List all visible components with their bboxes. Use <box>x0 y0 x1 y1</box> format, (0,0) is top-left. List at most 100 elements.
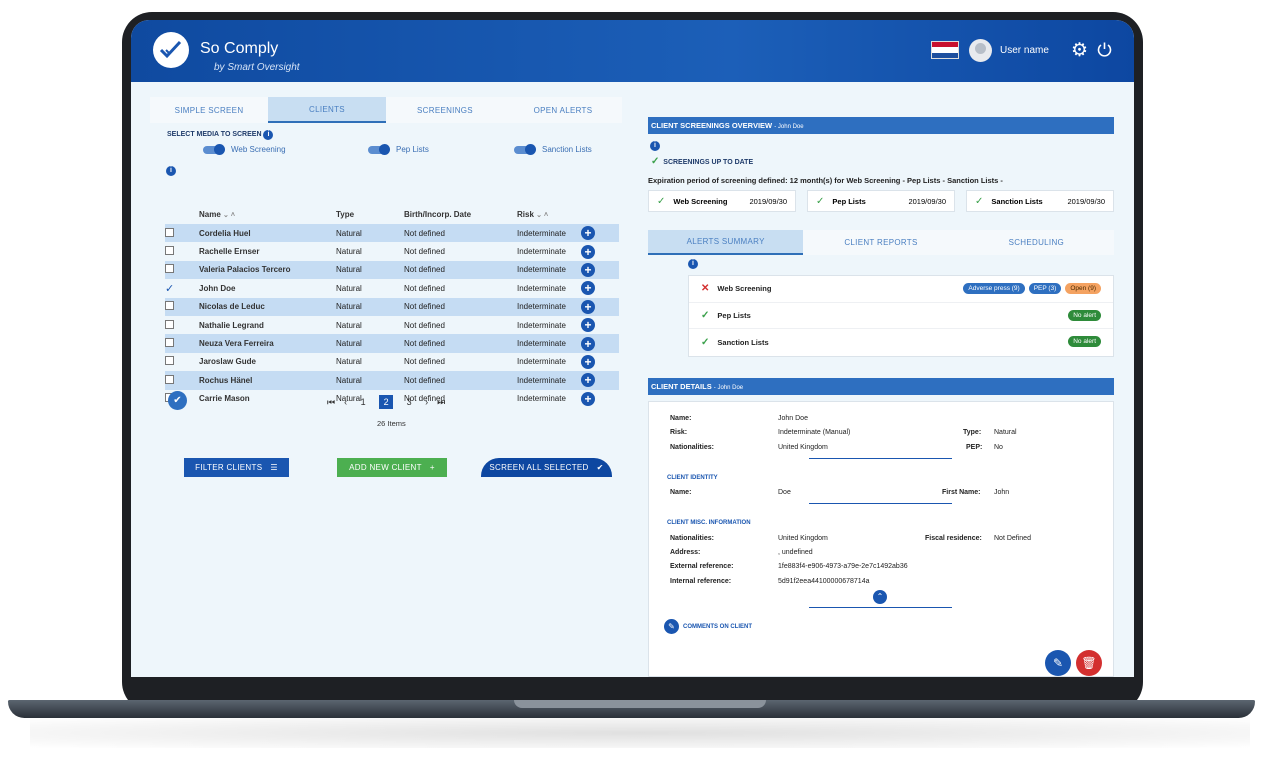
plus-circle-icon[interactable]: + <box>581 354 595 369</box>
plus-circle-icon[interactable]: + <box>581 391 595 406</box>
alert-row-pep[interactable]: ✓ Pep Lists No alert <box>689 303 1113 329</box>
table-row[interactable]: Valeria Palacios Tercero Natural Not defin… <box>165 260 619 280</box>
tab-client-reports[interactable]: CLIENT REPORTS <box>803 230 958 255</box>
tab-screenings[interactable]: SCREENINGS <box>386 97 504 123</box>
cell-select[interactable] <box>165 242 199 260</box>
table-row[interactable]: ✓ John Doe Natural Not defined Indeterminate… <box>165 279 619 297</box>
info-icon[interactable]: i <box>650 141 660 151</box>
delete-client-button[interactable]: 🗑 <box>1076 650 1102 676</box>
page-2[interactable]: 2 <box>379 395 394 409</box>
prev-page-icon[interactable]: ‹ <box>344 397 347 407</box>
info-icon[interactable]: i <box>688 259 698 269</box>
select-all-check-icon[interactable]: ✔ <box>168 391 187 410</box>
checkbox[interactable] <box>165 319 174 329</box>
switch-icon[interactable] <box>514 143 536 155</box>
username[interactable]: User name <box>1000 45 1049 56</box>
power-icon[interactable] <box>1096 41 1113 58</box>
plus-circle-icon[interactable]: + <box>581 244 595 259</box>
table-row[interactable]: Nathalie Legrand Natural Not defined Indete… <box>165 316 619 334</box>
switch-icon[interactable] <box>203 143 225 155</box>
checkbox[interactable] <box>165 301 174 311</box>
check-icon[interactable]: ✓ <box>165 283 174 295</box>
pencil-icon[interactable]: ✎ <box>664 619 679 634</box>
table-row[interactable]: Jaroslaw Gude Natural Not defined Indetermi… <box>165 353 619 371</box>
open-badge[interactable]: Open (9) <box>1065 283 1101 294</box>
toggle-pep-lists[interactable]: Pep Lists <box>368 143 429 155</box>
next-page-icon[interactable]: › <box>425 397 428 407</box>
cell-select[interactable] <box>165 297 199 316</box>
table-row[interactable]: Rachelle Ernser Natural Not defined Indeter… <box>165 242 619 260</box>
checkbox[interactable] <box>165 227 174 237</box>
pep-badge[interactable]: PEP (3) <box>1028 283 1062 294</box>
edit-client-button[interactable]: ✎ <box>1045 650 1071 676</box>
col-risk[interactable]: Risk ⌄ ˄ <box>517 204 581 224</box>
alert-row-sanction[interactable]: ✓ Sanction Lists No alert <box>689 329 1113 356</box>
cell-select[interactable]: ✓ <box>165 279 199 297</box>
toggle-sanction-lists[interactable]: Sanction Lists <box>514 143 592 155</box>
checkbox[interactable] <box>165 356 174 366</box>
adverse-press-badge[interactable]: Adverse press (9) <box>963 283 1025 294</box>
cell-add[interactable]: + <box>581 260 619 280</box>
plus-circle-icon[interactable]: + <box>581 318 595 333</box>
info-icon[interactable]: i <box>263 130 274 140</box>
checkbox[interactable] <box>165 374 174 384</box>
language-flag-icon[interactable] <box>931 41 959 59</box>
table-row[interactable]: Cordelia Huel Natural Not defined Indetermi… <box>165 224 619 243</box>
cell-add[interactable]: + <box>581 297 619 316</box>
cell-add[interactable]: + <box>581 242 619 260</box>
cell-add[interactable]: + <box>581 224 619 243</box>
expiration-text: Expiration period of screening defined: … <box>648 176 1003 185</box>
last-page-icon[interactable]: ⏭ <box>437 397 445 408</box>
info-icon[interactable]: i <box>166 166 176 176</box>
col-name[interactable]: Name ⌄ ˄ <box>199 204 336 224</box>
cell-add[interactable]: + <box>581 390 619 408</box>
tab-clients[interactable]: CLIENTS <box>268 97 386 123</box>
screen-all-button[interactable]: SCREEN ALL SELECTED ✔ <box>481 458 612 477</box>
cell-risk: Indeterminate <box>517 283 566 293</box>
cell-name: Nathalie Legrand <box>199 320 264 330</box>
first-page-icon[interactable]: ⏮ <box>327 397 335 408</box>
cell-add[interactable]: + <box>581 316 619 334</box>
cell-select[interactable] <box>165 260 199 280</box>
plus-circle-icon[interactable]: + <box>581 226 595 241</box>
plus-circle-icon[interactable]: + <box>581 336 595 351</box>
tab-scheduling[interactable]: SCHEDULING <box>959 230 1114 255</box>
cell-add[interactable]: + <box>581 353 619 371</box>
logo-check-icon[interactable] <box>153 32 189 68</box>
page-3[interactable]: 3 <box>402 397 416 407</box>
cell-add[interactable]: + <box>581 334 619 353</box>
table-row[interactable]: Rochus Hänel Natural Not defined Indetermin… <box>165 371 619 390</box>
checkbox[interactable] <box>165 338 174 348</box>
plus-circle-icon[interactable]: + <box>581 281 595 296</box>
chevron-up-icon[interactable]: ⌃ <box>873 590 887 604</box>
tab-open-alerts[interactable]: OPEN ALERTS <box>504 97 622 123</box>
cell-select[interactable] <box>165 316 199 334</box>
cell-select[interactable] <box>165 371 199 390</box>
alert-row-web[interactable]: ✕ Web Screening Adverse press (9) PEP (3)… <box>689 276 1113 303</box>
add-client-button[interactable]: ADD NEW CLIENT + <box>337 458 447 477</box>
cell-select[interactable] <box>165 334 199 353</box>
cell-select[interactable] <box>165 224 199 243</box>
cell-select[interactable] <box>165 353 199 371</box>
tab-simple-screen[interactable]: SIMPLE SCREEN <box>150 97 268 123</box>
table-row[interactable]: Neuza Vera Ferreira Natural Not defined Ind… <box>165 334 619 353</box>
divider <box>809 503 952 504</box>
tab-alerts-summary[interactable]: ALERTS SUMMARY <box>648 230 804 255</box>
plus-circle-icon[interactable]: + <box>581 299 595 314</box>
cell-add[interactable]: + <box>581 371 619 390</box>
switch-icon[interactable] <box>368 143 390 155</box>
checkbox[interactable] <box>165 264 174 274</box>
checkbox[interactable] <box>165 246 174 256</box>
filter-clients-button[interactable]: FILTER CLIENTS ☰ <box>184 458 289 477</box>
table-row[interactable]: Nicolas de Leduc Natural Not defined Indete… <box>165 297 619 316</box>
plus-icon: + <box>429 463 435 472</box>
comments-link[interactable]: COMMENTS ON CLIENT <box>683 624 752 630</box>
cell-add[interactable]: + <box>581 279 619 297</box>
page-1[interactable]: 1 <box>356 397 370 407</box>
gear-icon[interactable]: ⚙ <box>1071 41 1088 60</box>
toggle-web-screening[interactable]: Web Screening <box>203 143 286 155</box>
plus-circle-icon[interactable]: + <box>581 373 595 388</box>
avatar[interactable] <box>969 39 992 62</box>
screening-web: ✓ Web Screening 2019/09/30 <box>648 190 796 212</box>
plus-circle-icon[interactable]: + <box>581 262 595 277</box>
